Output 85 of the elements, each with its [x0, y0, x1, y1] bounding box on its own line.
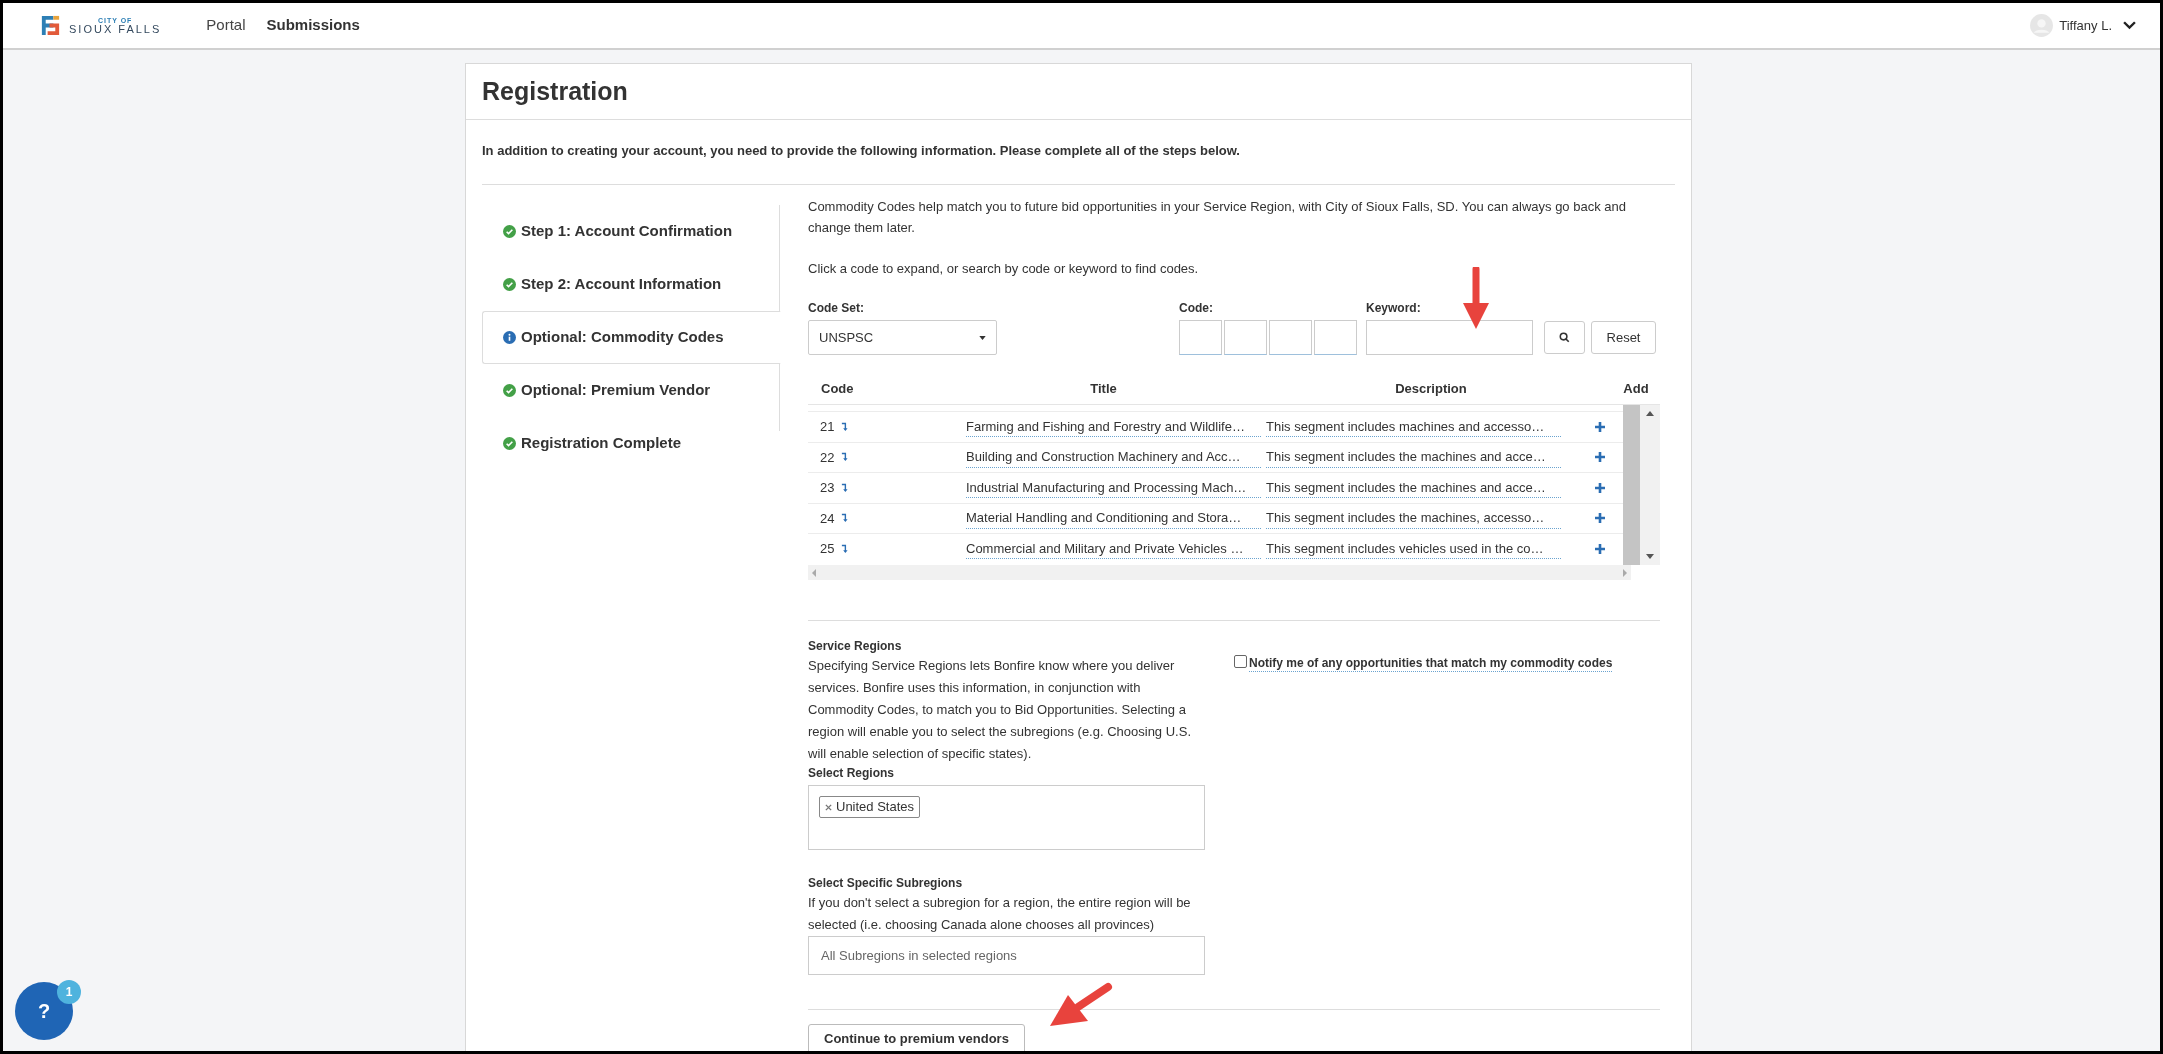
plus-icon: [1594, 542, 1606, 555]
add-button[interactable]: [1593, 511, 1607, 526]
horizontal-scrollbar[interactable]: [808, 565, 1631, 580]
step-tab[interactable]: Optional: Commodity Codes: [482, 310, 781, 364]
code-cell[interactable]: 21: [820, 417, 835, 437]
code-input[interactable]: [1179, 320, 1222, 355]
expand-arrow-icon[interactable]: [841, 482, 849, 493]
field-label: Keyword:: [1366, 300, 1422, 317]
nav-link[interactable]: Portal: [206, 14, 246, 37]
avatar-icon: [2029, 13, 2055, 38]
description-cell: This segment includes the machines, accesso…: [1266, 508, 1561, 529]
checkbox[interactable]: [1234, 655, 1247, 668]
expand-arrow-icon[interactable]: [841, 421, 849, 432]
intro-text: In addition to creating your account, you need to provide the following information. Please complete all of the steps below.: [482, 120, 1675, 185]
reset-button[interactable]: Reset: [1591, 321, 1656, 354]
field-label: Code Set:: [808, 300, 865, 317]
add-button[interactable]: [1593, 419, 1607, 434]
chevron-down-icon[interactable]: [2123, 21, 2136, 30]
description-cell: This segment includes the machines and acce…: [1266, 477, 1561, 498]
plus-icon: [1594, 451, 1606, 464]
check-circle-icon: [503, 436, 516, 450]
description-cell: This segment includes the machines and acce…: [1266, 447, 1561, 468]
add-button[interactable]: [1593, 480, 1607, 495]
add-button[interactable]: [1593, 450, 1607, 465]
step-tab[interactable]: Step 2: Account Information: [482, 257, 781, 311]
check-circle-icon: [503, 383, 516, 397]
notification-badge: 1: [57, 980, 81, 1004]
step-tab[interactable]: Optional: Premium Vendor: [482, 363, 781, 417]
column-header: Title: [1089, 379, 1118, 398]
title-cell: Farming and Fishing and Forestry and Wildlife…: [966, 416, 1261, 437]
field-label: Select Specific Subregions: [808, 875, 964, 892]
subregions-input[interactable]: All Subregions in selected regions: [808, 936, 1205, 975]
section-title: Service Regions: [808, 638, 903, 655]
region-tag: United States: [819, 796, 921, 818]
code-input[interactable]: [1314, 320, 1357, 355]
info-icon: [503, 330, 516, 344]
description-text: Commodity Codes help match you to future bid opportunities in your Service Region, with City of Sioux Falls, SD. You can always go back and change them later.: [808, 197, 1627, 237]
vertical-scrollbar[interactable]: [1623, 405, 1660, 565]
expand-arrow-icon[interactable]: [841, 513, 849, 524]
title-cell: Industrial Manufacturing and Processing Mach…: [966, 477, 1261, 498]
plus-icon: [1594, 481, 1606, 494]
plus-icon: [1594, 420, 1606, 433]
code-cell[interactable]: 24: [820, 508, 835, 528]
annotation-arrow: [1048, 981, 1114, 1029]
code-cell[interactable]: 22: [820, 447, 835, 467]
checkbox-label[interactable]: Notify me of any opportunities that match my commodity codes: [1249, 655, 1613, 672]
step-tab[interactable]: Registration Complete: [482, 416, 781, 470]
description-text: Specifying Service Regions lets Bonfire know where you deliver services. Bonfire uses this information, in conjunction with Commodity Codes, to match you to Bid Opportunities. Selecting a region will enable you to select the subregions (e.g. Choosing U.S. will enable selection of specific states).: [808, 657, 1192, 763]
help-text: If you don't select a subregion for a region, the entire region will be selected (i.e. choosing Canada alone chooses all provinces): [808, 894, 1192, 934]
code-input[interactable]: [1224, 320, 1267, 355]
code-set-dropdown[interactable]: UNSPSC: [808, 320, 997, 355]
user-menu[interactable]: Tiffany L.: [2029, 13, 2136, 38]
code-cell[interactable]: 25: [820, 539, 835, 559]
step-tab[interactable]: Step 1: Account Confirmation: [482, 204, 781, 258]
check-circle-icon: [503, 277, 516, 291]
hint-text: Click a code to expand, or search by code or keyword to find codes.: [808, 259, 1200, 278]
title-cell: Commercial and Military and Private Vehicles …: [966, 538, 1261, 559]
logo-icon[interactable]: [39, 13, 62, 38]
check-circle-icon: [503, 224, 516, 238]
column-header: Add: [1622, 379, 1650, 398]
regions-field[interactable]: United States: [808, 785, 1205, 850]
title-cell: Building and Construction Machinery and Acc…: [966, 447, 1261, 468]
search-icon: [1559, 332, 1570, 343]
annotation-arrow: [1462, 267, 1490, 331]
caret-icon: [979, 335, 986, 340]
code-cell[interactable]: 23: [820, 478, 835, 498]
title-cell: Material Handling and Conditioning and Stora…: [966, 508, 1261, 529]
column-header: Description: [1394, 379, 1468, 398]
search-button[interactable]: [1544, 321, 1585, 354]
column-header: Code: [820, 379, 855, 398]
plus-icon: [1594, 512, 1606, 525]
keyword-input[interactable]: [1366, 320, 1533, 355]
description-cell: This segment includes vehicles used in the co…: [1266, 538, 1561, 559]
expand-arrow-icon[interactable]: [841, 452, 849, 463]
logo-text: SIOUX FALLS: [69, 23, 162, 35]
field-label: Code:: [1179, 300, 1214, 317]
page-title: Registration: [482, 75, 628, 107]
add-button[interactable]: [1593, 541, 1607, 556]
remove-icon[interactable]: [825, 803, 832, 811]
field-label: Select Regions: [808, 765, 896, 782]
nav-link[interactable]: Submissions: [266, 14, 360, 37]
description-cell: This segment includes machines and accesso…: [1266, 416, 1561, 437]
continue-button[interactable]: Continue to premium vendors: [808, 1024, 1025, 1051]
expand-arrow-icon[interactable]: [841, 543, 849, 554]
code-input[interactable]: [1269, 320, 1312, 355]
